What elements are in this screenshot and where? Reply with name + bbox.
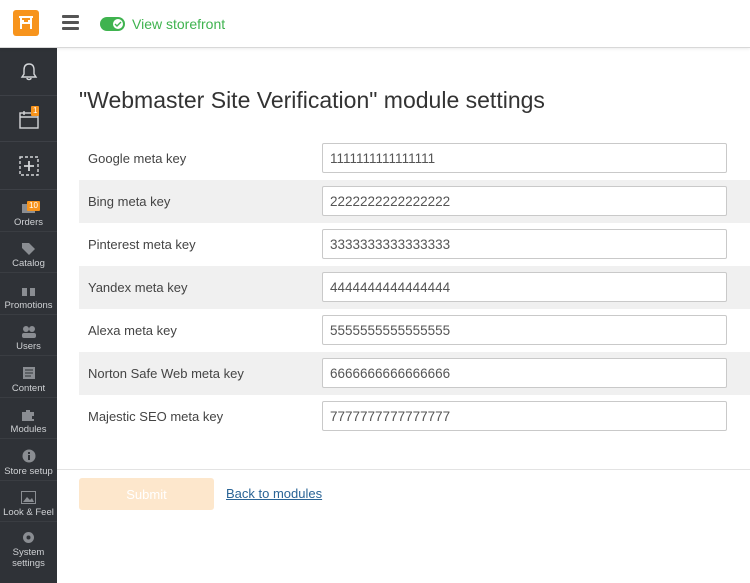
alexa-meta-key-input[interactable] bbox=[322, 315, 727, 345]
puzzle-icon bbox=[21, 407, 37, 422]
orders-badge: 10 bbox=[27, 201, 40, 211]
content-icon bbox=[21, 366, 37, 381]
sidebar-item-label: Modules bbox=[10, 424, 47, 435]
sidebar-item-label: Users bbox=[16, 341, 41, 352]
google-meta-key-input[interactable] bbox=[322, 143, 727, 173]
sidebar-item-add[interactable] bbox=[0, 142, 57, 190]
main-content: "Webmaster Site Verification" module set… bbox=[57, 48, 750, 583]
top-bar: View storefront bbox=[0, 0, 750, 48]
sidebar-item-label: Promotions bbox=[4, 299, 53, 311]
bell-icon bbox=[20, 62, 37, 80]
sidebar-item-store-setup[interactable]: Store setup bbox=[0, 439, 57, 481]
sidebar-item-orders[interactable]: 10 Orders bbox=[0, 190, 57, 232]
users-icon bbox=[21, 324, 37, 339]
form-row-alexa: Alexa meta key bbox=[79, 309, 750, 352]
form-row-google: Google meta key bbox=[79, 137, 750, 180]
sidebar-item-label: Catalog bbox=[12, 258, 45, 269]
form-row-bing: Bing meta key bbox=[79, 180, 750, 223]
image-icon bbox=[21, 490, 37, 505]
view-storefront-label[interactable]: View storefront bbox=[132, 16, 225, 32]
store-logo-icon[interactable] bbox=[13, 10, 39, 36]
alexa-meta-key-label: Alexa meta key bbox=[88, 323, 177, 338]
view-storefront-toggle[interactable]: View storefront bbox=[100, 14, 225, 34]
settings-form: Google meta key Bing meta key Pinterest … bbox=[79, 137, 750, 438]
page-title: "Webmaster Site Verification" module set… bbox=[79, 87, 545, 113]
sidebar-item-label: Look & Feel bbox=[3, 507, 54, 518]
submit-button[interactable]: Submit bbox=[79, 478, 214, 510]
pinterest-meta-key-input[interactable] bbox=[322, 229, 727, 259]
sidebar-item-content[interactable]: Content bbox=[0, 356, 57, 398]
norton-meta-key-input[interactable] bbox=[322, 358, 727, 388]
form-row-yandex: Yandex meta key bbox=[79, 266, 750, 309]
sidebar-item-label: Store setup bbox=[4, 465, 53, 477]
hamburger-menu-icon[interactable] bbox=[62, 15, 79, 30]
yandex-meta-key-input[interactable] bbox=[322, 272, 727, 302]
back-to-modules-link[interactable]: Back to modules bbox=[226, 486, 322, 501]
add-icon bbox=[18, 155, 39, 176]
bing-meta-key-input[interactable] bbox=[322, 186, 727, 216]
sidebar: 1 10 Orders Catalog Promotions Users Con… bbox=[0, 48, 57, 583]
form-row-pinterest: Pinterest meta key bbox=[79, 223, 750, 266]
sidebar-item-promotions[interactable]: Promotions bbox=[0, 273, 57, 315]
gift-icon bbox=[21, 283, 37, 298]
info-icon bbox=[21, 449, 37, 464]
sidebar-item-catalog[interactable]: Catalog bbox=[0, 232, 57, 273]
tag-icon bbox=[21, 241, 37, 256]
sidebar-item-label: Orders bbox=[13, 216, 44, 228]
sidebar-item-label: Content bbox=[11, 382, 46, 394]
sidebar-item-system-settings[interactable]: System settings bbox=[0, 522, 57, 572]
google-meta-key-label: Google meta key bbox=[88, 151, 187, 166]
majestic-seo-meta-key-label: Majestic SEO meta key bbox=[88, 409, 224, 424]
form-divider bbox=[57, 469, 750, 470]
calendar-badge: 1 bbox=[31, 106, 40, 116]
sidebar-item-users[interactable]: Users bbox=[0, 315, 57, 356]
sidebar-item-notifications[interactable] bbox=[0, 48, 57, 96]
sidebar-item-label: System settings bbox=[12, 547, 45, 569]
yandex-meta-key-label: Yandex meta key bbox=[88, 280, 188, 295]
majestic-seo-meta-key-input[interactable] bbox=[322, 401, 727, 431]
sidebar-item-look-feel[interactable]: Look & Feel bbox=[0, 481, 57, 522]
norton-meta-key-label: Norton Safe Web meta key bbox=[88, 366, 244, 381]
sidebar-item-calendar[interactable]: 1 bbox=[0, 96, 57, 142]
sidebar-item-modules[interactable]: Modules bbox=[0, 398, 57, 439]
pinterest-meta-key-label: Pinterest meta key bbox=[88, 237, 196, 252]
form-row-norton: Norton Safe Web meta key bbox=[79, 352, 750, 395]
bing-meta-key-label: Bing meta key bbox=[88, 194, 171, 209]
gear-icon bbox=[21, 530, 37, 545]
form-row-majestic: Majestic SEO meta key bbox=[79, 395, 750, 438]
storefront-switch[interactable] bbox=[100, 17, 125, 31]
